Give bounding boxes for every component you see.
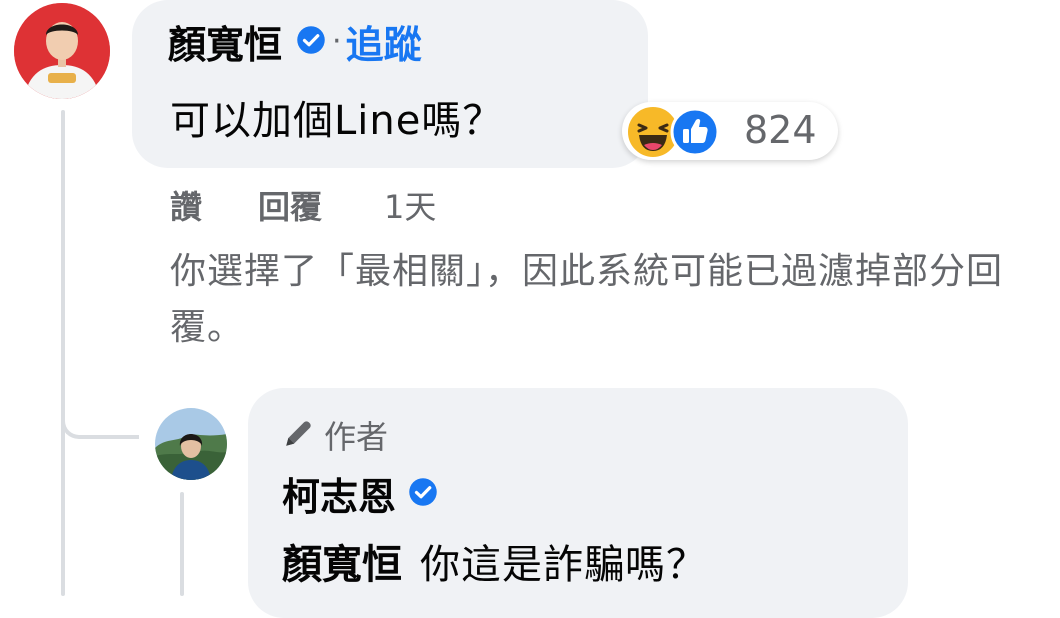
author-badge: 作者	[282, 412, 388, 458]
commenter-name[interactable]: 顏寬恒	[168, 14, 282, 69]
replier-name[interactable]: 柯志恩	[282, 466, 396, 521]
comment-header: 顏寬恒 · 追蹤	[168, 14, 422, 69]
reply-connector	[61, 385, 139, 439]
reply-header: 柯志恩	[282, 466, 438, 521]
follow-separator: ·	[332, 24, 342, 59]
reactions-summary[interactable]: 824	[622, 102, 838, 160]
pencil-icon	[282, 416, 316, 454]
like-icon	[670, 107, 720, 157]
follow-link[interactable]: 追蹤	[346, 14, 422, 69]
reply-text: 顏寬恒 你這是詐騙嗎？	[282, 532, 707, 590]
like-action-button[interactable]: 讚	[170, 182, 202, 228]
author-badge-label: 作者	[324, 418, 389, 456]
verified-badge-icon	[296, 25, 326, 59]
reply-action-button[interactable]: 回覆	[258, 182, 322, 228]
verified-badge-icon	[408, 477, 438, 511]
reply-thread-line	[180, 492, 184, 596]
avatar[interactable]	[155, 408, 227, 480]
comment-timestamp[interactable]: 1天	[384, 182, 436, 228]
filter-notice: 你選擇了「最相關」，因此系統可能已過濾掉部分回覆。	[170, 251, 1004, 348]
reaction-count: 824	[744, 108, 817, 152]
thread-line	[61, 110, 65, 596]
avatar[interactable]	[14, 3, 110, 99]
reply-mention-link[interactable]: 顏寬恒	[282, 542, 402, 588]
reply-body: 你這是詐騙嗎？	[420, 542, 707, 588]
comment-text: 可以加個Line嗎？	[170, 98, 504, 144]
